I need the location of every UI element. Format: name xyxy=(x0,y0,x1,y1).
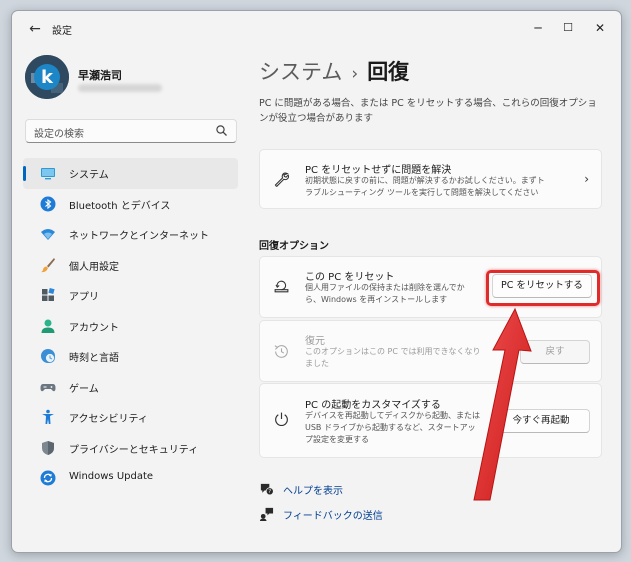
fix-problems-title: PC をリセットせずに問題を解決 xyxy=(305,165,452,176)
breadcrumb-system[interactable]: システム xyxy=(259,60,342,84)
gamepad-icon xyxy=(40,383,56,391)
breadcrumb-separator: › xyxy=(351,64,359,84)
accessibility-icon xyxy=(42,409,54,424)
page-description: PC に問題がある場合、または PC をリセットする場合、これらの回復オプション… xyxy=(259,98,597,124)
account-icon xyxy=(41,319,55,333)
advanced-startup-title: PC の起動をカスタマイズする xyxy=(305,400,441,411)
reset-pc-title: この PC をリセット xyxy=(305,272,395,283)
restore-button: 戻す xyxy=(520,340,590,364)
maximize-button[interactable]: ☐ xyxy=(554,17,582,39)
search-input[interactable]: 設定の検索 xyxy=(34,125,84,140)
advanced-startup-subtitle: デバイスを再起動してディスクから起動、または USB ドライブから起動するなど、… xyxy=(305,411,480,444)
chevron-right-icon[interactable]: › xyxy=(584,172,589,186)
feedback-link[interactable]: フィードバックの送信 xyxy=(283,507,383,522)
sidebar-item-privacy-security[interactable]: プライバシーとセキュリティ xyxy=(23,433,238,464)
avatar[interactable]: k xyxy=(25,55,69,99)
sidebar-item-label: 時刻と言語 xyxy=(69,353,119,364)
sidebar-item-accessibility[interactable]: アクセシビリティ xyxy=(23,402,238,433)
power-settings-icon xyxy=(275,412,288,426)
advanced-startup-card: PC の起動をカスタマイズする デバイスを再起動してディスクから起動、または U… xyxy=(259,383,602,458)
sidebar-item-label: アクセシビリティ xyxy=(69,414,148,425)
svg-text:?: ? xyxy=(268,489,271,495)
sidebar-item-bluetooth[interactable]: Bluetooth とデバイス xyxy=(23,189,238,220)
clock-globe-icon xyxy=(41,349,55,363)
sidebar-item-network[interactable]: ネットワークとインターネット xyxy=(23,219,238,250)
feedback-icon xyxy=(259,507,274,521)
sidebar-item-label: ネットワークとインターネット xyxy=(69,231,209,242)
shield-icon xyxy=(42,440,54,455)
sidebar-item-label: Bluetooth とデバイス xyxy=(69,200,171,212)
fix-problems-subtitle: 初期状態に戻すの前に、問題が解決するかお試しください。まずトラブルシューティング… xyxy=(305,176,545,197)
sidebar-item-apps[interactable]: アプリ xyxy=(23,280,238,311)
wifi-icon xyxy=(41,229,55,240)
bluetooth-icon xyxy=(40,196,56,211)
window-title: 設定 xyxy=(52,26,72,37)
annotation-highlight-box xyxy=(486,270,600,306)
back-arrow-icon[interactable]: ← xyxy=(26,20,44,38)
search-icon[interactable] xyxy=(215,124,229,138)
sidebar-item-gaming[interactable]: ゲーム xyxy=(23,372,238,403)
wrench-icon xyxy=(274,172,290,187)
avatar-image-icon: k xyxy=(25,55,69,99)
restore-card: 復元 このオプションはこの PC では利用できなくなりました 戻す xyxy=(259,320,602,382)
help-icon: ? xyxy=(260,483,274,496)
sidebar-item-personalization[interactable]: 個人用設定 xyxy=(23,250,238,281)
sidebar-item-time-language[interactable]: 時刻と言語 xyxy=(23,341,238,372)
minimize-button[interactable]: ─ xyxy=(524,17,552,39)
page-title: システム › 回復 xyxy=(259,56,409,86)
sidebar-item-accounts[interactable]: アカウント xyxy=(23,311,238,342)
restore-title: 復元 xyxy=(305,336,325,347)
user-name: 早瀬浩司 xyxy=(78,69,122,82)
sidebar-item-label: Windows Update xyxy=(69,471,154,482)
reset-pc-icon xyxy=(274,280,289,293)
settings-window: ← 設定 ─ ☐ ✕ k 早瀬浩司 設定の検索 システム Bluetooth と… xyxy=(11,10,622,553)
history-icon xyxy=(274,345,288,358)
system-monitor-icon xyxy=(41,168,55,180)
apps-icon xyxy=(42,287,55,301)
windows-update-icon xyxy=(40,470,56,486)
sidebar-item-label: アプリ xyxy=(69,292,99,303)
sidebar-item-system[interactable]: システム xyxy=(23,158,238,189)
restore-subtitle: このオプションはこの PC では利用できなくなりました xyxy=(305,347,481,368)
sidebar-item-windows-update[interactable]: Windows Update xyxy=(23,463,238,494)
fix-problems-card[interactable]: PC をリセットせずに問題を解決 初期状態に戻すの前に、問題が解決するかお試しく… xyxy=(259,149,602,209)
section-recovery-options: 回復オプション xyxy=(259,241,329,252)
search-box[interactable]: 設定の検索 xyxy=(25,119,237,143)
sidebar-item-label: ゲーム xyxy=(69,383,99,395)
sidebar-nav: システム Bluetooth とデバイス ネットワークとインターネット 個人用設… xyxy=(23,158,238,494)
help-link[interactable]: ヘルプを表示 xyxy=(283,482,343,497)
avatar-letter: k xyxy=(41,67,54,88)
breadcrumb-current: 回復 xyxy=(367,60,410,84)
restart-now-button[interactable]: 今すぐ再起動 xyxy=(492,409,590,433)
title-bar: ← 設定 ─ ☐ ✕ xyxy=(12,11,621,47)
paintbrush-icon xyxy=(41,257,55,272)
sidebar-item-label: システム xyxy=(69,170,109,181)
reset-pc-subtitle: 個人用ファイルの保持または削除を選んでから、Windows を再インストールしま… xyxy=(305,283,465,304)
close-button[interactable]: ✕ xyxy=(586,17,614,39)
sidebar-item-label: プライバシーとセキュリティ xyxy=(69,444,199,456)
sidebar-item-label: アカウント xyxy=(69,322,119,334)
sidebar-item-label: 個人用設定 xyxy=(69,261,119,273)
user-email-blurred xyxy=(78,84,162,92)
